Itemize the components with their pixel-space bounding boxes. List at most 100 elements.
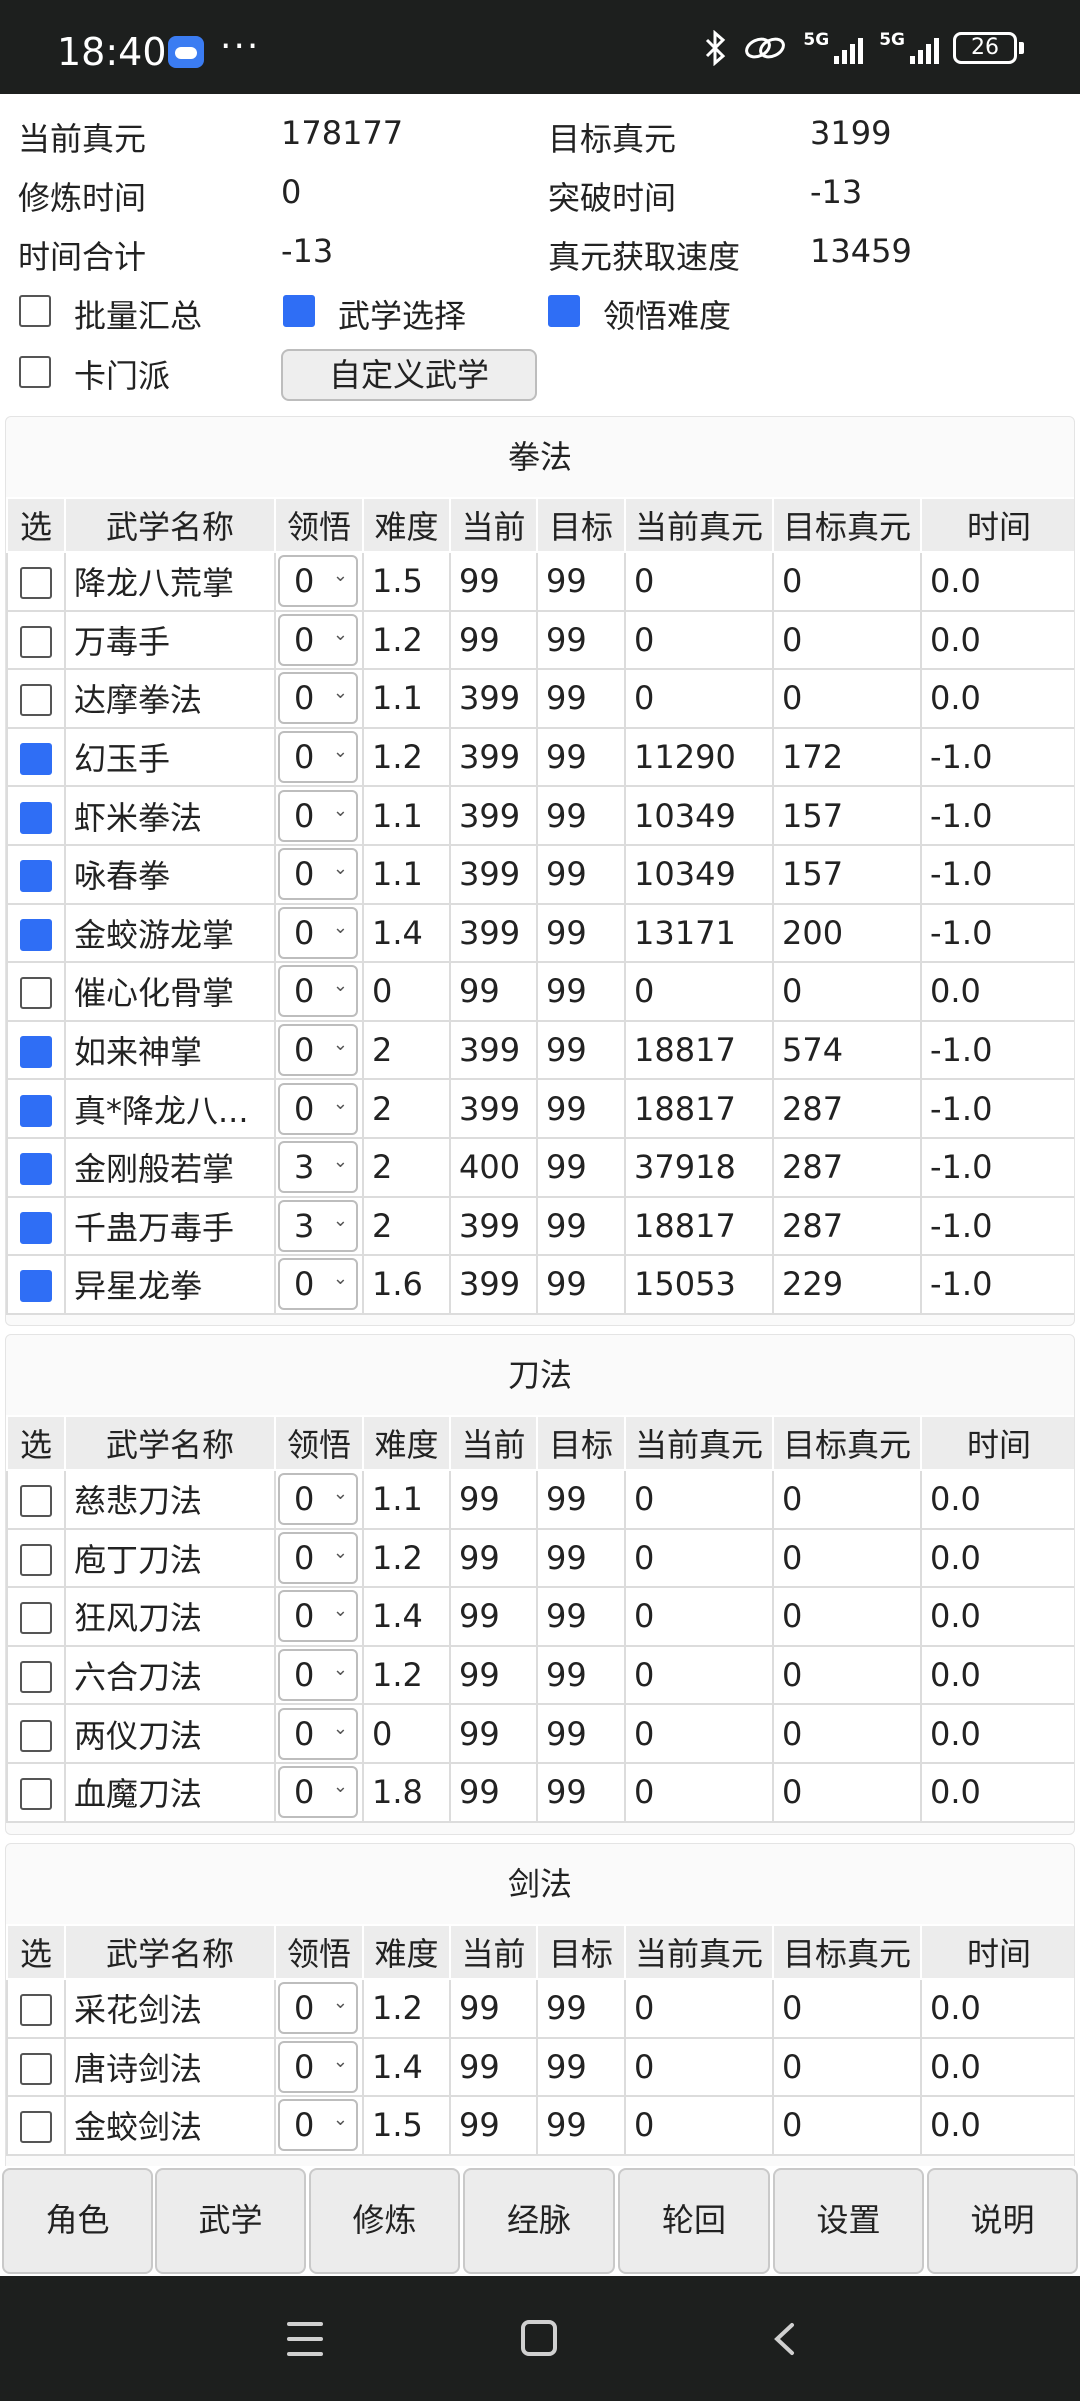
comprehension-select[interactable]: 0 ⌄ — [278, 1024, 358, 1077]
comprehension-select[interactable]: 0 ⌄ — [278, 848, 358, 901]
col-current-zhenyuan: 18817 — [624, 1078, 774, 1139]
table-row[interactable]: 狂风刀法 0 ⌄ 1.4 99 99 0 0 0.0 — [6, 1586, 1074, 1647]
col-current-zhenyuan: 0 — [624, 961, 774, 1022]
comprehension-select[interactable]: 0 ⌄ — [278, 1473, 358, 1526]
comprehension-select[interactable]: 0 ⌄ — [278, 1707, 358, 1760]
comprehension-select[interactable]: 0 ⌄ — [278, 1590, 358, 1643]
comprehension-select[interactable]: 0 ⌄ — [278, 965, 358, 1018]
comprehension-select[interactable]: 0 ⌄ — [278, 1982, 358, 2035]
row-checkbox[interactable] — [20, 625, 52, 658]
row-checkbox[interactable] — [20, 918, 52, 951]
table-row[interactable]: 采花剑法 0 ⌄ 1.2 99 99 0 0 0.0 — [6, 1978, 1074, 2039]
table-row[interactable]: 幻玉手 0 ⌄ 1.2 399 99 11290 172 -1.0 — [6, 726, 1074, 788]
comprehension-select[interactable]: 0 ⌄ — [278, 1766, 358, 1819]
row-checkbox[interactable] — [20, 1719, 52, 1752]
row-checkbox[interactable] — [20, 567, 52, 600]
tab-cultivate[interactable]: 修炼 — [309, 2168, 460, 2274]
row-checkbox[interactable] — [20, 1153, 52, 1186]
table-row[interactable]: 金刚般若掌 3 ⌄ 2 400 99 37918 287 -1.0 — [6, 1136, 1074, 1198]
table-row[interactable]: 咏春拳 0 ⌄ 1.1 399 99 10349 157 -1.0 — [6, 843, 1074, 905]
tab-meridian[interactable]: 经脉 — [463, 2168, 615, 2274]
table-row[interactable]: 降龙八荒掌 0 ⌄ 1.5 99 99 0 0 0.0 — [6, 551, 1074, 612]
row-checkbox[interactable] — [20, 684, 52, 717]
col-name: 金蛟游龙掌 — [64, 902, 276, 964]
comprehension-select[interactable]: 3 ⌄ — [278, 1199, 358, 1252]
row-checkbox[interactable] — [20, 1211, 52, 1244]
comprehension-value: 0 — [294, 1265, 315, 1304]
comprehension-difficulty-checkbox[interactable] — [548, 295, 580, 327]
col-target: 99 — [536, 1761, 626, 1823]
breakthrough-time-value: -13 — [810, 173, 863, 211]
more-dots: ··· — [220, 26, 261, 67]
table-row[interactable]: 慈悲刀法 0 ⌄ 1.1 99 99 0 0 0.0 — [6, 1469, 1074, 1530]
row-checkbox[interactable] — [20, 1994, 52, 2027]
recent-apps-icon[interactable] — [287, 2322, 323, 2356]
table-row[interactable]: 六合刀法 0 ⌄ 1.2 99 99 0 0 0.0 — [6, 1644, 1074, 1706]
comprehension-select[interactable]: 0 ⌄ — [278, 555, 358, 608]
martial-select-checkbox[interactable] — [283, 295, 315, 327]
row-checkbox[interactable] — [20, 1485, 52, 1518]
comprehension-select[interactable]: 0 ⌄ — [278, 789, 358, 842]
row-checkbox[interactable] — [20, 1778, 52, 1811]
tab-martial[interactable]: 武学 — [155, 2168, 306, 2274]
comprehension-select[interactable]: 0 ⌄ — [278, 672, 358, 725]
col-comprehension: 0 ⌄ — [274, 1978, 364, 2039]
table-row[interactable]: 万毒手 0 ⌄ 1.2 99 99 0 0 0.0 — [6, 609, 1074, 671]
tab-help[interactable]: 说明 — [927, 2168, 1078, 2274]
back-icon[interactable] — [768, 2322, 802, 2356]
home-icon[interactable] — [521, 2320, 557, 2356]
table-row[interactable]: 如来神掌 0 ⌄ 2 399 99 18817 574 -1.0 — [6, 1019, 1074, 1081]
row-checkbox[interactable] — [20, 1270, 52, 1303]
row-checkbox[interactable] — [20, 1602, 52, 1635]
comprehension-value: 0 — [294, 1989, 315, 2028]
row-checkbox[interactable] — [20, 860, 52, 893]
header-col-current: 当前 — [449, 497, 538, 553]
table-row[interactable]: 庖丁刀法 0 ⌄ 1.2 99 99 0 0 0.0 — [6, 1527, 1074, 1589]
gain-speed-value: 13459 — [810, 232, 912, 270]
batch-summary-checkbox[interactable] — [19, 295, 51, 327]
col-current: 399 — [449, 843, 538, 905]
chevron-down-icon: ⌄ — [332, 565, 348, 587]
table-row[interactable]: 金蛟游龙掌 0 ⌄ 1.4 399 99 13171 200 -1.0 — [6, 902, 1074, 964]
row-checkbox[interactable] — [20, 1661, 52, 1694]
row-checkbox[interactable] — [20, 2111, 52, 2144]
col-name: 狂风刀法 — [64, 1586, 276, 1647]
col-difficulty: 0 — [362, 1703, 451, 1764]
card-sect-checkbox[interactable] — [19, 356, 51, 388]
col-current: 399 — [449, 1078, 538, 1139]
tab-role[interactable]: 角色 — [2, 2168, 153, 2274]
tab-reincarnation[interactable]: 轮回 — [618, 2168, 770, 2274]
row-checkbox[interactable] — [20, 1543, 52, 1576]
row-checkbox[interactable] — [20, 743, 52, 776]
table-row[interactable]: 催心化骨掌 0 ⌄ 0 99 99 0 0 0.0 — [6, 961, 1074, 1022]
table-row[interactable]: 千蛊万毒手 3 ⌄ 2 399 99 18817 287 -1.0 — [6, 1195, 1074, 1257]
row-checkbox[interactable] — [20, 1094, 52, 1127]
table-row[interactable]: 金蛟剑法 0 ⌄ 1.5 99 99 0 0 0.0 — [6, 2095, 1074, 2156]
table-row[interactable]: 达摩拳法 0 ⌄ 1.1 399 99 0 0 0.0 — [6, 668, 1074, 729]
comprehension-select[interactable]: 0 ⌄ — [278, 2099, 358, 2152]
table-row[interactable]: 唐诗剑法 0 ⌄ 1.4 99 99 0 0 0.0 — [6, 2036, 1074, 2098]
comprehension-select[interactable]: 0 ⌄ — [278, 613, 358, 666]
table-row[interactable]: 真*降龙八... 0 ⌄ 2 399 99 18817 287 -1.0 — [6, 1078, 1074, 1139]
table-row[interactable]: 血魔刀法 0 ⌄ 1.8 99 99 0 0 0.0 — [6, 1761, 1074, 1823]
tab-settings[interactable]: 设置 — [773, 2168, 924, 2274]
status-icons: 5G 5G 26 — [703, 30, 1024, 66]
col-comprehension: 3 ⌄ — [274, 1195, 364, 1257]
comprehension-select[interactable]: 0 ⌄ — [278, 2040, 358, 2093]
table-row[interactable]: 两仪刀法 0 ⌄ 0 99 99 0 0 0.0 — [6, 1703, 1074, 1764]
comprehension-select[interactable]: 0 ⌄ — [278, 731, 358, 784]
comprehension-select[interactable]: 0 ⌄ — [278, 1258, 358, 1311]
comprehension-select[interactable]: 3 ⌄ — [278, 1141, 358, 1194]
table-row[interactable]: 异星龙拳 0 ⌄ 1.6 399 99 15053 229 -1.0 — [6, 1254, 1074, 1315]
row-checkbox[interactable] — [20, 1036, 52, 1069]
custom-martial-button[interactable]: 自定义武学 — [281, 349, 537, 401]
comprehension-select[interactable]: 0 ⌄ — [278, 1082, 358, 1135]
col-difficulty: 2 — [362, 1078, 451, 1139]
table-row[interactable]: 虾米拳法 0 ⌄ 1.1 399 99 10349 157 -1.0 — [6, 785, 1074, 846]
comprehension-select[interactable]: 0 ⌄ — [278, 1649, 358, 1702]
row-checkbox[interactable] — [20, 977, 52, 1010]
row-checkbox[interactable] — [20, 2052, 52, 2085]
row-checkbox[interactable] — [20, 801, 52, 834]
comprehension-select[interactable]: 0 ⌄ — [278, 1531, 358, 1584]
comprehension-select[interactable]: 0 ⌄ — [278, 906, 358, 959]
